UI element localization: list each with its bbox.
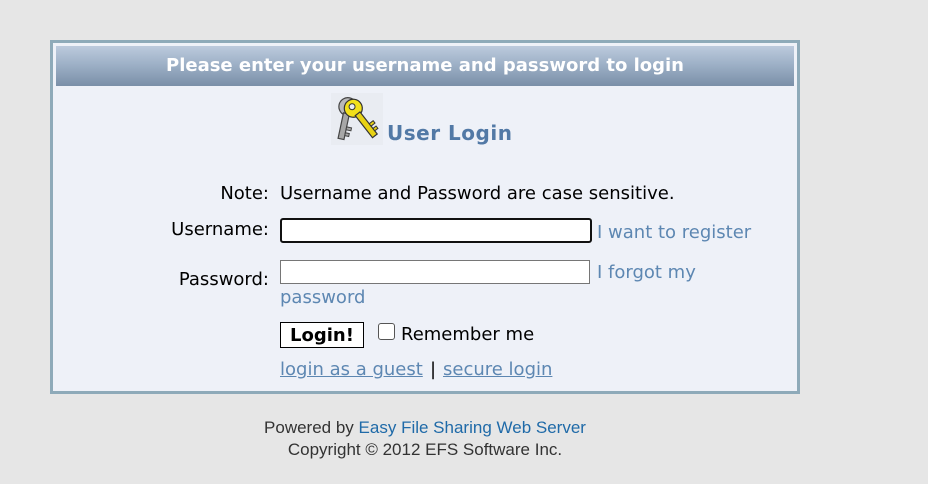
footer: Powered by Easy File Sharing Web Server … (0, 417, 850, 461)
register-link[interactable]: I want to register (597, 222, 751, 243)
product-link[interactable]: Easy File Sharing Web Server (359, 418, 586, 437)
forgot-password-link-continued[interactable]: password (280, 287, 365, 308)
note-label: Note: (220, 183, 269, 204)
forgot-password-link[interactable]: I forgot my (597, 262, 696, 283)
page-title: User Login (387, 121, 513, 145)
powered-by-line: Powered by Easy File Sharing Web Server (0, 417, 850, 439)
note-text: Username and Password are case sensitive… (280, 183, 675, 204)
copyright-text: Copyright © 2012 EFS Software Inc. (287, 440, 563, 459)
login-panel: Please enter your username and password … (50, 40, 800, 394)
remember-me-label: Remember me (401, 324, 535, 345)
link-separator: | (430, 359, 437, 380)
login-button[interactable]: Login! (280, 322, 364, 348)
username-label: Username: (171, 219, 269, 240)
guest-login-link[interactable]: login as a guest (280, 359, 423, 380)
powered-by-text: Powered by (264, 418, 354, 437)
remember-me-checkbox[interactable] (378, 323, 395, 340)
username-input[interactable] (280, 218, 592, 243)
password-label: Password: (178, 269, 269, 290)
panel-header: Please enter your username and password … (56, 46, 794, 86)
key-icon (331, 93, 383, 145)
password-input[interactable] (280, 260, 590, 284)
secure-login-link[interactable]: secure login (443, 359, 552, 380)
